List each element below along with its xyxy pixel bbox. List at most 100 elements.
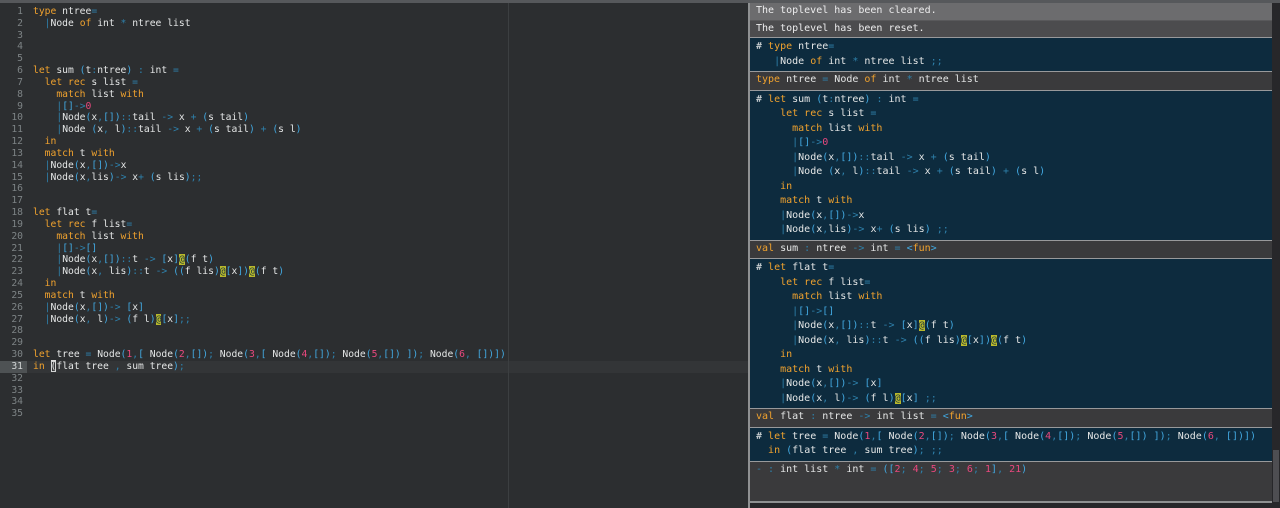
toplevel-input-line: in — [780, 349, 793, 360]
toplevel-input-line: match list with — [792, 122, 883, 134]
toplevel-input-line: |Node(x,[])->x — [780, 209, 865, 221]
toplevel-input-line: # let flat t= — [756, 262, 835, 273]
gutter-line-number: 17 — [11, 195, 23, 207]
toplevel-input-line: match t with — [780, 363, 853, 375]
gutter-line-number: 10 — [11, 112, 23, 124]
gutter-line-number: 21 — [11, 242, 23, 254]
toplevel-input-line: |Node(x,[])-> [x] — [780, 378, 883, 389]
main-split: 1 2 3 4 5 6 7 8 9 10 11 12 13 14 15 16 17 18 19 20 21 22 23 24 2… — [0, 3, 1280, 508]
gutter-line-number: 18 — [11, 207, 23, 219]
code-line: |Node(x,[])::t -> [x]@(f t) — [56, 254, 214, 266]
gutter-line-number: 11 — [11, 124, 23, 136]
toplevel-input-block: # let flat t= let rec f list= match list… — [750, 258, 1272, 409]
toplevel-input-line: match t with — [780, 195, 853, 206]
code-line: in (flat tree , sum tree); — [27, 360, 748, 373]
toplevel-result-block: val flat : ntree -> int list = <fun> — [750, 409, 1272, 427]
toplevel-output-panel[interactable]: The toplevel has been cleared. The toplev… — [748, 3, 1280, 508]
code-line: |[]->[] — [56, 242, 98, 254]
code-line: |Node(x, lis)::t -> ((f lis)@[x])@(f t) — [56, 266, 285, 278]
toplevel-scrollbar[interactable] — [1272, 3, 1280, 508]
gutter-line-number: 2 — [17, 17, 23, 29]
gutter-line-number: 35 — [11, 408, 23, 420]
toplevel-input-block: # type ntree= |Node of int * ntree list … — [750, 37, 1272, 72]
toplevel-result-line: type ntree = Node of int * ntree list — [756, 74, 979, 85]
gutter-line-number: 12 — [11, 136, 23, 148]
toplevel-input-block: # let sum (t:ntree) : int = let rec s li… — [750, 89, 1272, 241]
code-line: match list with — [56, 88, 144, 100]
code-line: let rec f list= — [44, 218, 133, 230]
code-line: |[]->0 — [56, 100, 92, 112]
gutter-line-number: 26 — [11, 301, 23, 313]
gutter-line-number: 7 — [17, 76, 23, 88]
code-line: let flat t= — [33, 207, 98, 219]
code-editor[interactable]: 1 2 3 4 5 6 7 8 9 10 11 12 13 14 15 16 17 18 19 20 21 22 23 24 2… — [0, 3, 748, 508]
toplevel-input-line: |[]->[] — [792, 305, 835, 317]
toplevel-input-line: in — [780, 180, 793, 192]
toplevel-input-line: |Node(x, lis)::t -> ((f lis)@[x])@(f t) — [792, 334, 1028, 346]
toplevel-input-line: in (flat tree , sum tree); ;; — [768, 445, 943, 456]
code-line: match t with — [44, 289, 115, 301]
gutter-line-number: 25 — [11, 289, 23, 301]
gutter-line-number: 5 — [17, 53, 23, 65]
gutter-line-number: 20 — [11, 230, 23, 242]
code-line: |Node(x,[])-> [x] — [44, 301, 144, 313]
toplevel-content: The toplevel has been cleared. The toplev… — [750, 3, 1272, 508]
gutter-line-number: 1 — [17, 6, 23, 17]
gutter-line-number: 31 — [0, 360, 27, 373]
toplevel-input-line: # type ntree= — [756, 41, 835, 52]
toplevel-input-line: |Node(x,[])::t -> [x]@(f t) — [792, 320, 955, 331]
code-line: type ntree= — [33, 6, 98, 17]
code-line: let rec s list = — [44, 76, 139, 88]
toplevel-input-line: |[]->0 — [792, 137, 829, 148]
ocaml-ide-window: 1 2 3 4 5 6 7 8 9 10 11 12 13 14 15 16 17 18 19 20 21 22 23 24 2… — [0, 0, 1280, 508]
gutter-line-number: 9 — [17, 100, 23, 112]
toplevel-input-line: # let tree = Node(1,[ Node(2,[]); Node(3… — [756, 430, 1257, 442]
toplevel-input-line: |Node(x, l)-> (f l)@[x] ;; — [780, 392, 937, 404]
gutter-line-number: 27 — [11, 313, 23, 325]
editor-code-lines[interactable]: type ntree= |Node of int * ntree list let… — [27, 3, 748, 508]
toplevel-result-line: val sum : ntree -> int = <fun> — [756, 242, 937, 254]
code-line: |Node(x, l)-> (f l)@[x];; — [44, 313, 191, 325]
code-line: |Node of int * ntree list — [44, 17, 191, 29]
code-line: |Node (x, l)::tail -> x + (s tail) + (s … — [56, 124, 302, 136]
toplevel-result-line: val flat : ntree -> int list = <fun> — [756, 411, 973, 422]
gutter-line-number: 30 — [11, 349, 23, 361]
code-line: in — [44, 136, 57, 148]
toplevel-message: The toplevel has been cleared. — [750, 3, 1272, 21]
gutter-line-number: 29 — [11, 337, 23, 349]
code-line: let sum (t:ntree) : int = — [33, 65, 179, 77]
gutter-line-number: 19 — [11, 218, 23, 230]
code-line: let tree = Node(1,[ Node(2,[]); Node(3,[… — [33, 349, 506, 362]
gutter-line-number: 4 — [17, 41, 23, 53]
code-line: |Node(x,[])::tail -> x + (s tail) — [56, 112, 249, 124]
gutter-line-number: 8 — [17, 88, 23, 100]
gutter-line-number: 14 — [11, 159, 23, 171]
toplevel-result-block: val sum : ntree -> int = <fun> — [750, 241, 1272, 259]
toplevel-input-line: |Node (x, l)::tail -> x + (s tail) + (s … — [792, 166, 1046, 177]
gutter-line-number: 3 — [17, 29, 23, 41]
toplevel-input-line: |Node(x,lis)-> x+ (s lis) ;; — [780, 224, 949, 235]
toplevel-input-line: |Node(x,[])::tail -> x + (s tail) — [792, 151, 991, 163]
gutter-line-number: 22 — [11, 254, 23, 266]
gutter-line-number: 24 — [11, 278, 23, 290]
gutter-line-number: 32 — [11, 372, 23, 384]
toplevel-result-block: - : int list * int = ([2; 4; 5; 3; 6; 1]… — [750, 462, 1272, 480]
gutter-line-number: 16 — [11, 183, 23, 195]
toplevel-input-line: let rec s list = — [780, 108, 877, 119]
toplevel-input-block: # let tree = Node(1,[ Node(2,[]); Node(3… — [750, 426, 1272, 462]
code-line: match t with — [44, 147, 115, 159]
editor-gutter: 1 2 3 4 5 6 7 8 9 10 11 12 13 14 15 16 17 18 19 20 21 22 23 24 2… — [0, 3, 27, 508]
gutter-line-number: 13 — [11, 147, 23, 159]
scrollbar-thumb[interactable] — [1273, 450, 1279, 502]
gutter-line-number: 6 — [17, 65, 23, 77]
gutter-line-number: 28 — [11, 325, 23, 337]
